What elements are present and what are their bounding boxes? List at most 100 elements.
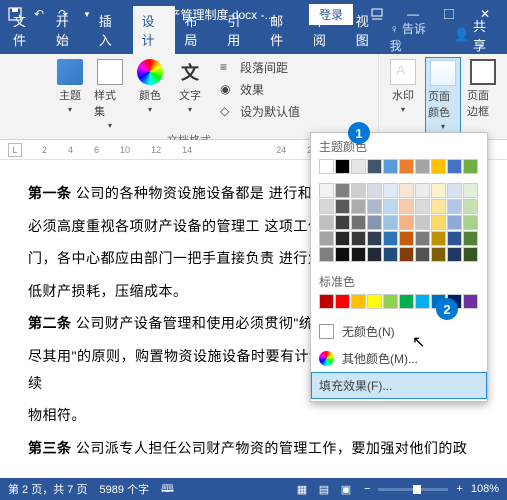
- color-swatch[interactable]: [383, 215, 398, 230]
- styleset-button[interactable]: 样式集▾: [92, 57, 128, 132]
- color-swatch[interactable]: [415, 247, 430, 262]
- status-words[interactable]: 5989 个字: [99, 481, 149, 497]
- watermark-button[interactable]: 水印▾: [385, 57, 421, 116]
- color-swatch[interactable]: [351, 159, 366, 174]
- color-swatch[interactable]: [399, 231, 414, 246]
- color-swatch[interactable]: [319, 247, 334, 262]
- fonts-button[interactable]: 文文字▾: [172, 57, 208, 116]
- color-swatch[interactable]: [399, 159, 414, 174]
- color-swatch[interactable]: [351, 215, 366, 230]
- more-colors-item[interactable]: 其他颜色(M)...: [311, 345, 487, 372]
- color-swatch[interactable]: [319, 159, 334, 174]
- color-swatch[interactable]: [463, 199, 478, 214]
- color-swatch[interactable]: [383, 294, 398, 309]
- page-border-button[interactable]: 页面边框: [465, 57, 501, 121]
- color-swatch[interactable]: [431, 231, 446, 246]
- color-swatch[interactable]: [447, 183, 462, 198]
- color-swatch[interactable]: [447, 215, 462, 230]
- color-swatch[interactable]: [399, 215, 414, 230]
- tab-insert[interactable]: 插入: [90, 6, 133, 54]
- color-swatch[interactable]: [463, 159, 478, 174]
- color-swatch[interactable]: [351, 247, 366, 262]
- color-swatch[interactable]: [415, 159, 430, 174]
- color-swatch[interactable]: [447, 247, 462, 262]
- share-button[interactable]: 👤共享: [444, 16, 507, 54]
- color-swatch[interactable]: [367, 159, 382, 174]
- zoom-in-icon[interactable]: +: [456, 483, 462, 495]
- color-swatch[interactable]: [367, 231, 382, 246]
- color-swatch[interactable]: [399, 247, 414, 262]
- set-default-button[interactable]: ◇设为默认值: [216, 101, 326, 122]
- color-swatch[interactable]: [319, 199, 334, 214]
- color-swatch[interactable]: [367, 183, 382, 198]
- color-swatch[interactable]: [447, 199, 462, 214]
- color-swatch[interactable]: [463, 231, 478, 246]
- color-swatch[interactable]: [319, 183, 334, 198]
- tab-mailings[interactable]: 邮件: [261, 6, 304, 54]
- color-swatch[interactable]: [335, 294, 350, 309]
- view-read-icon[interactable]: ▦: [292, 481, 312, 497]
- color-swatch[interactable]: [415, 199, 430, 214]
- tab-home[interactable]: 开始: [47, 6, 90, 54]
- color-swatch[interactable]: [367, 294, 382, 309]
- fill-effects-item[interactable]: 填充效果(F)...: [311, 372, 487, 399]
- themes-button[interactable]: 主题▾: [52, 57, 88, 116]
- page-color-button[interactable]: 页面颜色▾: [425, 57, 461, 134]
- color-swatch[interactable]: [335, 183, 350, 198]
- color-swatch[interactable]: [463, 247, 478, 262]
- ruler-tab-selector[interactable]: L: [8, 143, 22, 157]
- color-swatch[interactable]: [415, 183, 430, 198]
- color-swatch[interactable]: [399, 199, 414, 214]
- color-swatch[interactable]: [383, 247, 398, 262]
- color-swatch[interactable]: [351, 183, 366, 198]
- color-swatch[interactable]: [383, 231, 398, 246]
- color-swatch[interactable]: [335, 159, 350, 174]
- color-swatch[interactable]: [319, 215, 334, 230]
- color-swatch[interactable]: [351, 294, 366, 309]
- color-swatch[interactable]: [367, 247, 382, 262]
- color-swatch[interactable]: [335, 247, 350, 262]
- color-swatch[interactable]: [367, 199, 382, 214]
- view-web-icon[interactable]: ▣: [336, 481, 356, 497]
- color-swatch[interactable]: [463, 294, 478, 309]
- tab-view[interactable]: 视图: [347, 6, 390, 54]
- color-swatch[interactable]: [335, 215, 350, 230]
- zoom-slider[interactable]: [378, 488, 448, 491]
- color-swatch[interactable]: [463, 183, 478, 198]
- color-swatch[interactable]: [415, 215, 430, 230]
- tell-me[interactable]: ♀ 告诉我: [390, 20, 444, 54]
- color-swatch[interactable]: [415, 231, 430, 246]
- color-swatch[interactable]: [431, 215, 446, 230]
- view-print-icon[interactable]: ▤: [314, 481, 334, 497]
- status-page[interactable]: 第 2 页，共 7 页: [8, 481, 87, 497]
- tab-references[interactable]: 引用: [218, 6, 261, 54]
- color-swatch[interactable]: [335, 199, 350, 214]
- paragraph-spacing-button[interactable]: ≡段落间距: [216, 57, 326, 78]
- color-swatch[interactable]: [367, 215, 382, 230]
- color-swatch[interactable]: [415, 294, 430, 309]
- effects-button[interactable]: ◉效果: [216, 79, 326, 100]
- tab-design[interactable]: 设计: [133, 6, 176, 54]
- zoom-out-icon[interactable]: −: [364, 483, 370, 495]
- color-swatch[interactable]: [319, 231, 334, 246]
- color-swatch[interactable]: [335, 231, 350, 246]
- color-swatch[interactable]: [431, 159, 446, 174]
- color-swatch[interactable]: [431, 199, 446, 214]
- status-lang[interactable]: 🕮: [161, 480, 174, 499]
- colors-button[interactable]: 颜色▾: [132, 57, 168, 116]
- color-swatch[interactable]: [383, 199, 398, 214]
- color-swatch[interactable]: [399, 183, 414, 198]
- no-color-item[interactable]: 无颜色(N): [311, 318, 487, 345]
- zoom-level[interactable]: 108%: [471, 483, 499, 495]
- tab-review[interactable]: 审阅: [304, 6, 347, 54]
- color-swatch[interactable]: [399, 294, 414, 309]
- color-swatch[interactable]: [463, 215, 478, 230]
- color-swatch[interactable]: [383, 183, 398, 198]
- color-swatch[interactable]: [447, 159, 462, 174]
- color-swatch[interactable]: [383, 159, 398, 174]
- color-swatch[interactable]: [447, 231, 462, 246]
- color-swatch[interactable]: [431, 183, 446, 198]
- color-swatch[interactable]: [431, 247, 446, 262]
- tab-layout[interactable]: 布局: [175, 6, 218, 54]
- color-swatch[interactable]: [319, 294, 334, 309]
